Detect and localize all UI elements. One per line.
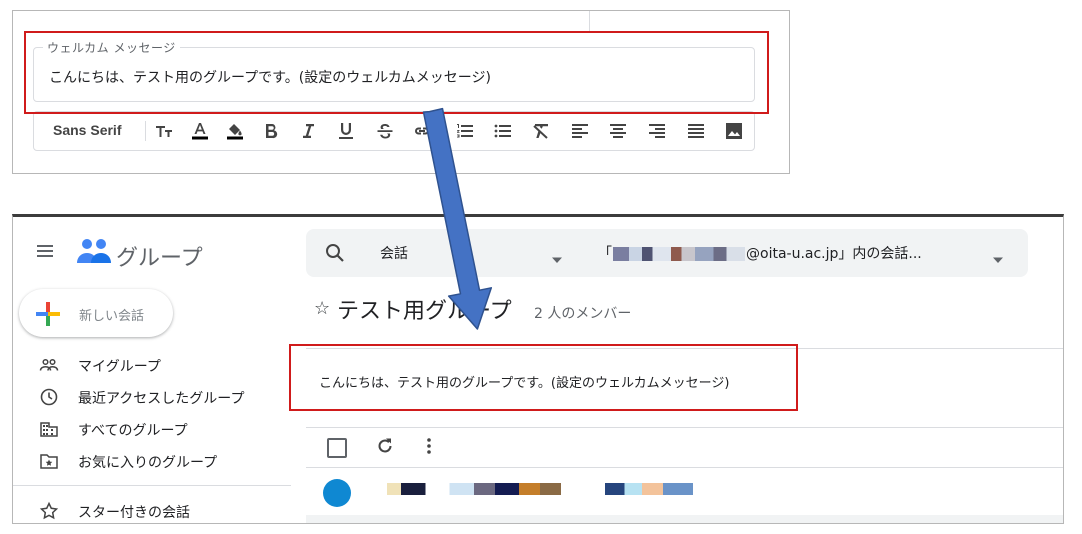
callout-arrow — [422, 107, 493, 330]
arrow-shape — [422, 107, 493, 330]
